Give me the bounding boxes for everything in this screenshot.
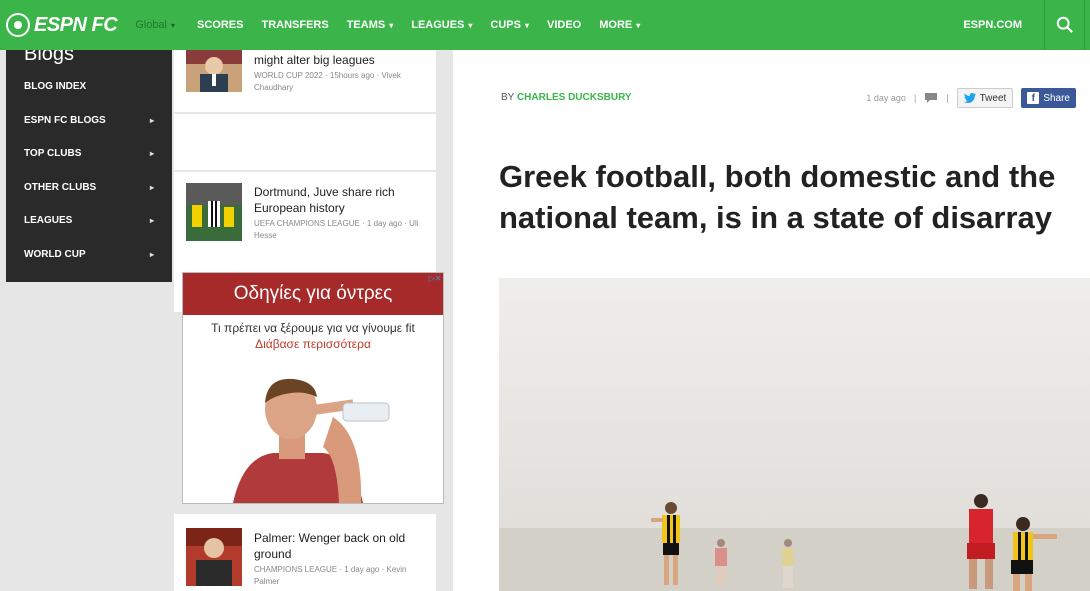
ad-subtitle: Τι πρέπει να ξέρουμε για να γίνουμε fit — [211, 321, 415, 335]
espn-com-link[interactable]: ESPN.COM — [963, 19, 1022, 31]
story-card[interactable]: might alter big leagues WORLD CUP 2022 ·… — [174, 50, 436, 112]
author-link[interactable]: CHARLES DUCKSBURY — [517, 92, 632, 103]
chevron-down-icon: ▾ — [636, 20, 641, 30]
ad-image — [233, 378, 390, 503]
story-title[interactable]: Dortmund, Juve share rich European histo… — [254, 184, 428, 216]
chevron-down-icon: ▾ — [389, 20, 394, 30]
article-headline: Greek football, both domestic and the na… — [499, 159, 1056, 235]
nav-transfers[interactable]: TRANSFERS — [261, 19, 328, 31]
logo-text: ESPN FC — [34, 13, 118, 36]
article-meta: 1 day ago | | Tweet f Share — [866, 88, 1076, 108]
sidebar-item-blog-index[interactable]: BLOG INDEX — [6, 70, 172, 104]
chevron-down-icon: ▾ — [468, 20, 473, 30]
nav-cups[interactable]: CUPS ▾ — [490, 19, 529, 31]
chevron-right-icon: ▸ — [149, 182, 154, 192]
story-title[interactable]: Palmer: Wenger back on old ground — [254, 530, 428, 562]
nav-teams[interactable]: TEAMS ▾ — [347, 19, 394, 31]
nav-more[interactable]: MORE ▾ — [599, 19, 640, 31]
facebook-icon: f — [1027, 92, 1040, 104]
chevron-right-icon: ▸ — [149, 216, 154, 226]
sidebar-item-leagues[interactable]: LEAGUES ▸ — [6, 204, 172, 238]
sidebar-item-world-cup[interactable]: WORLD CUP ▸ — [6, 238, 172, 272]
advertisement[interactable]: ▷✕ Οδηγίες για όντρες Τι πρέπει να ξέρου… — [182, 272, 444, 504]
right-nav: ESPN.COM — [963, 0, 1090, 50]
chevron-down-icon: ▾ — [170, 20, 175, 30]
chevron-right-icon: ▸ — [149, 149, 154, 159]
ad-header: Οδηγίες για όντρες — [183, 273, 443, 315]
meta-separator: | — [946, 93, 949, 103]
sidebar-item-top-clubs[interactable]: TOP CLUBS ▸ — [6, 137, 172, 171]
chevron-down-icon: ▾ — [524, 20, 529, 30]
blogs-sidebar: Blogs BLOG INDEX ESPN FC BLOGS ▸ TOP CLUB… — [6, 50, 172, 282]
search-icon — [1056, 16, 1073, 33]
article-main: BY CHARLES DUCKSBURY 1 day ago | | Tweet… — [453, 50, 1090, 591]
main-nav: SCORES TRANSFERS TEAMS ▾ LEAGUES ▾ CUPS ▾ V… — [197, 19, 640, 31]
twitter-icon — [963, 93, 976, 103]
article-hero-image — [499, 278, 1090, 591]
story-thumbnail — [186, 50, 242, 92]
ad-choices-icon[interactable]: ▷✕ — [428, 274, 442, 284]
story-meta: CHAMPIONS LEAGUE · 1 day ago · Kevin Pal… — [254, 565, 407, 586]
sidebar-item-other-clubs[interactable]: OTHER CLUBS ▸ — [6, 171, 172, 205]
story-thumbnail — [186, 183, 242, 241]
story-title[interactable]: might alter big leagues — [254, 52, 428, 68]
top-navigation-bar: ESPN FC Global ▾ SCORES TRANSFERS TEAMS ▾… — [0, 0, 1090, 50]
byline: BY CHARLES DUCKSBURY — [501, 92, 632, 103]
story-meta: UEFA CHAMPIONS LEAGUE · 1 day ago · Uli … — [254, 219, 419, 240]
story-card[interactable]: Palmer: Wenger back on old ground CHAMPI… — [174, 514, 436, 591]
comment-icon[interactable] — [924, 92, 938, 104]
sidebar-title: Blogs — [24, 50, 75, 65]
tweet-button[interactable]: Tweet — [956, 88, 1014, 108]
chevron-right-icon: ▸ — [149, 249, 154, 259]
edition-label: Global — [135, 19, 167, 31]
nav-leagues[interactable]: LEAGUES ▾ — [411, 19, 472, 31]
edition-selector[interactable]: Global ▾ — [135, 19, 175, 31]
story-spacer — [174, 114, 436, 170]
nav-scores[interactable]: SCORES — [197, 19, 243, 31]
meta-separator: | — [913, 93, 917, 103]
nav-edge — [1084, 0, 1090, 50]
facebook-share-button[interactable]: f Share — [1021, 88, 1076, 108]
espn-fc-logo[interactable]: ESPN FC — [6, 0, 118, 50]
nav-video[interactable]: VIDEO — [547, 19, 581, 31]
story-thumbnail — [186, 528, 242, 586]
story-meta: WORLD CUP 2022 · 15hours ago · Vivek Cha… — [254, 71, 401, 92]
ad-read-more-link[interactable]: Διάβασε περισσότερα — [183, 337, 443, 351]
chevron-right-icon: ▸ — [149, 115, 154, 125]
sidebar-item-espn-fc-blogs[interactable]: ESPN FC BLOGS ▸ — [6, 104, 172, 138]
soccer-ball-icon — [6, 13, 30, 37]
search-button[interactable] — [1044, 0, 1084, 50]
publish-time: 1 day ago — [866, 93, 906, 103]
